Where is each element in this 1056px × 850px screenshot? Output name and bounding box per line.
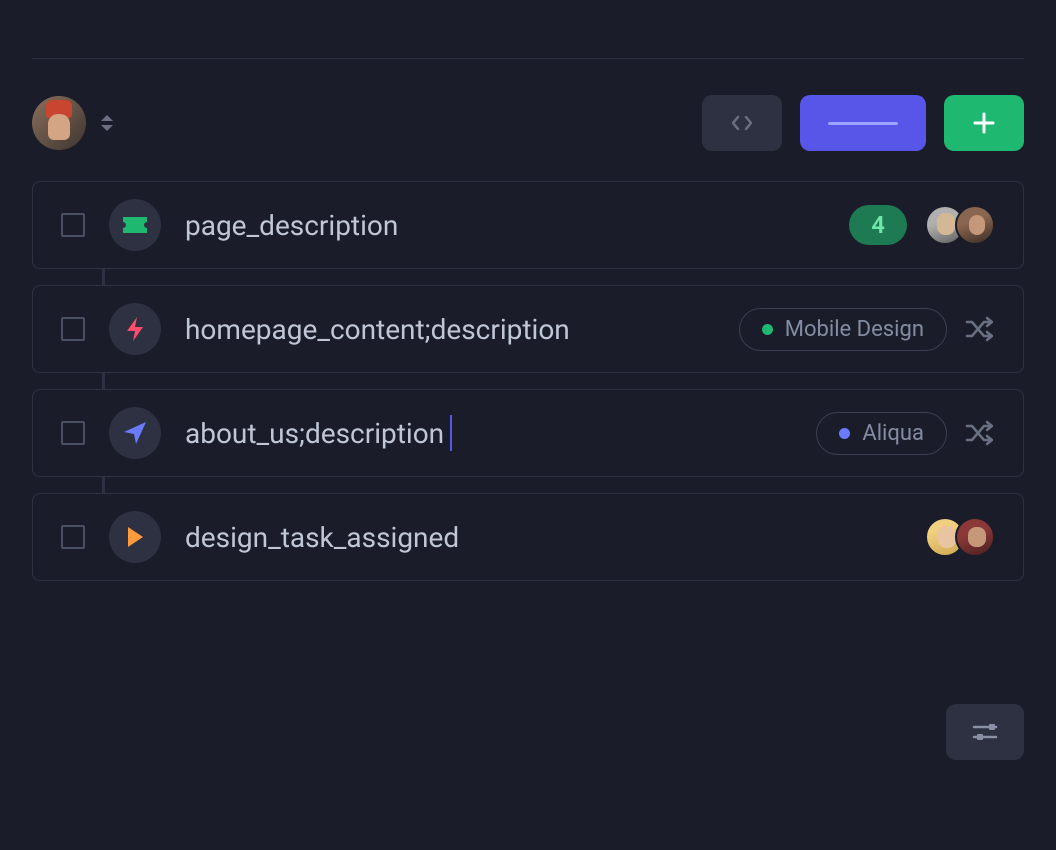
sort-toggle[interactable]: [100, 114, 114, 132]
chevron-down-icon: [100, 124, 114, 132]
task-row[interactable]: design_task_assigned: [32, 493, 1024, 581]
expand-button[interactable]: [702, 95, 782, 151]
tag-dot-icon: [839, 428, 850, 439]
chevron-up-icon: [100, 114, 114, 122]
task-name: design_task_assigned: [185, 521, 901, 554]
task-name: page_description: [185, 209, 825, 242]
play-icon: [125, 525, 145, 549]
task-name-text: about_us;description: [185, 417, 444, 450]
sliders-icon: [972, 721, 998, 743]
task-name-text: homepage_content;description: [185, 313, 570, 346]
task-meta: 4: [849, 205, 995, 245]
settings-button[interactable]: [946, 704, 1024, 760]
count-badge: 4: [849, 205, 907, 245]
expand-icon: [732, 114, 752, 132]
task-checkbox[interactable]: [61, 317, 85, 341]
header-left: [32, 96, 114, 150]
task-type-icon-wrap: [109, 303, 161, 355]
task-row[interactable]: about_us;description Aliqua: [32, 389, 1024, 477]
task-checkbox[interactable]: [61, 421, 85, 445]
task-row[interactable]: homepage_content;description Mobile Desi…: [32, 285, 1024, 373]
ticket-icon: [121, 215, 149, 235]
primary-action-button[interactable]: [800, 95, 926, 151]
row-connector: [102, 269, 105, 285]
task-list: page_description 4 homepage_content;desc…: [32, 181, 1024, 581]
assignee-avatar[interactable]: [955, 517, 995, 557]
shuffle-icon[interactable]: [965, 420, 995, 446]
task-name-text: page_description: [185, 209, 398, 242]
task-checkbox[interactable]: [61, 213, 85, 237]
tag-dot-icon: [762, 324, 773, 335]
bolt-icon: [123, 315, 147, 343]
row-connector: [102, 373, 105, 389]
row-connector: [102, 477, 105, 493]
task-meta: Aliqua: [816, 412, 995, 455]
header-right: [702, 95, 1024, 151]
add-button[interactable]: [944, 95, 1024, 151]
avatar-group[interactable]: [925, 205, 995, 245]
task-type-icon-wrap: [109, 511, 161, 563]
task-type-icon-wrap: [109, 407, 161, 459]
task-name-text: design_task_assigned: [185, 521, 459, 554]
task-name[interactable]: about_us;description: [185, 415, 792, 451]
tag-label: Aliqua: [862, 421, 924, 446]
task-name: homepage_content;description: [185, 313, 715, 346]
header: [32, 59, 1024, 181]
assignee-avatar[interactable]: [955, 205, 995, 245]
task-meta: [925, 517, 995, 557]
text-cursor: [450, 415, 452, 451]
avatar-group[interactable]: [925, 517, 995, 557]
task-meta: Mobile Design: [739, 308, 995, 351]
tag-label: Mobile Design: [785, 317, 924, 342]
task-row[interactable]: page_description 4: [32, 181, 1024, 269]
tag[interactable]: Mobile Design: [739, 308, 947, 351]
task-type-icon-wrap: [109, 199, 161, 251]
shuffle-icon[interactable]: [965, 316, 995, 342]
task-checkbox[interactable]: [61, 525, 85, 549]
plus-icon: [972, 111, 996, 135]
navigation-icon: [122, 420, 148, 446]
minus-icon: [828, 122, 898, 125]
tag[interactable]: Aliqua: [816, 412, 947, 455]
user-avatar[interactable]: [32, 96, 86, 150]
